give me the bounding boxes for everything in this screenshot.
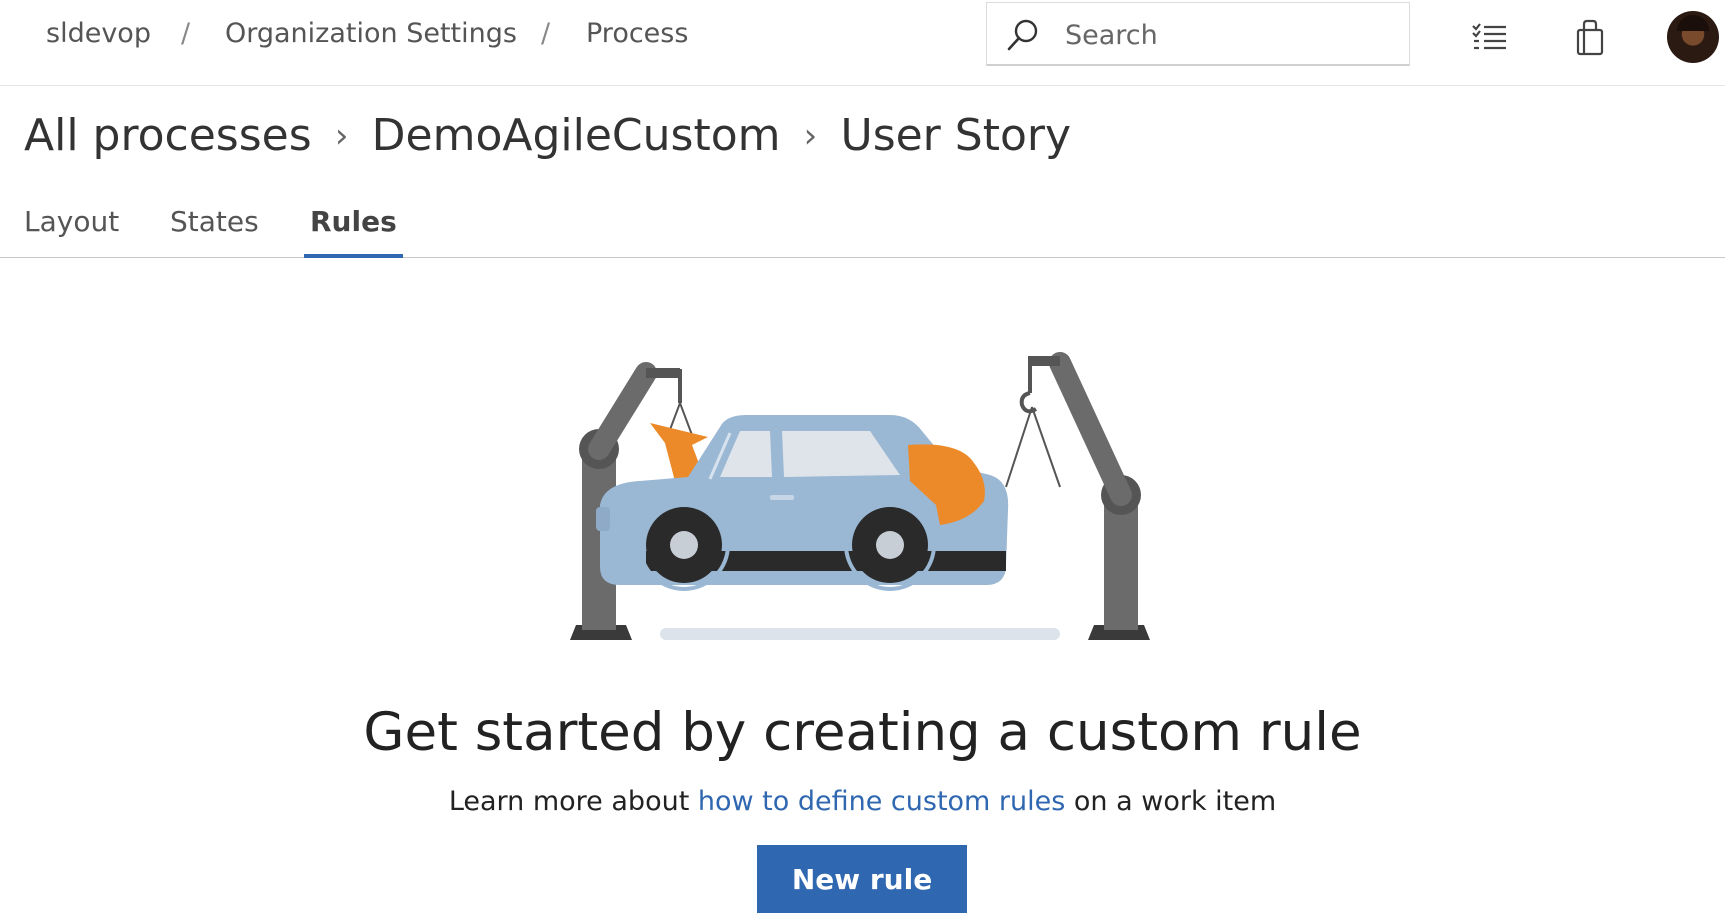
search-placeholder: Search [1065,20,1158,51]
chevron-right-icon: › [803,115,818,156]
crumb-work-item-type: User Story [840,110,1071,161]
tab-states[interactable]: States [164,205,265,255]
chevron-right-icon: › [334,115,349,156]
breadcrumb-separator: / [541,18,551,49]
breadcrumb-org[interactable]: sldevop [46,18,151,49]
subtext-after: on a work item [1065,786,1277,817]
breadcrumb-organization-settings[interactable]: Organization Settings [225,18,517,49]
shopping-bag-icon[interactable] [1570,18,1610,58]
tab-rules[interactable]: Rules [304,205,403,258]
user-avatar[interactable] [1667,11,1719,63]
new-rule-button[interactable]: New rule [757,845,967,913]
list-checklist-icon[interactable] [1470,18,1510,58]
subtext-before: Learn more about [448,786,698,817]
search-icon [1007,19,1038,51]
empty-state-headline: Get started by creating a custom rule [363,702,1362,763]
crumb-process-name[interactable]: DemoAgileCustom [372,110,781,161]
breadcrumb-process[interactable]: Process [586,18,688,49]
empty-state-subtext: Learn more about how to define custom ru… [0,786,1725,817]
car-assembly-illustration [570,352,1150,640]
process-breadcrumb: All processes › DemoAgileCustom › User S… [24,110,1071,161]
tab-layout[interactable]: Layout [18,205,125,255]
top-bar: sldevop / Organization Settings / Proces… [0,0,1725,86]
right-robot-arm [1005,352,1150,640]
custom-rules-help-link[interactable]: how to define custom rules [698,786,1065,817]
ground-shadow [660,628,1060,640]
tab-bar: Layout States Rules [0,195,1725,258]
search-input[interactable]: Search [986,2,1410,66]
crumb-all-processes[interactable]: All processes [24,110,312,161]
breadcrumb-separator: / [181,18,191,49]
